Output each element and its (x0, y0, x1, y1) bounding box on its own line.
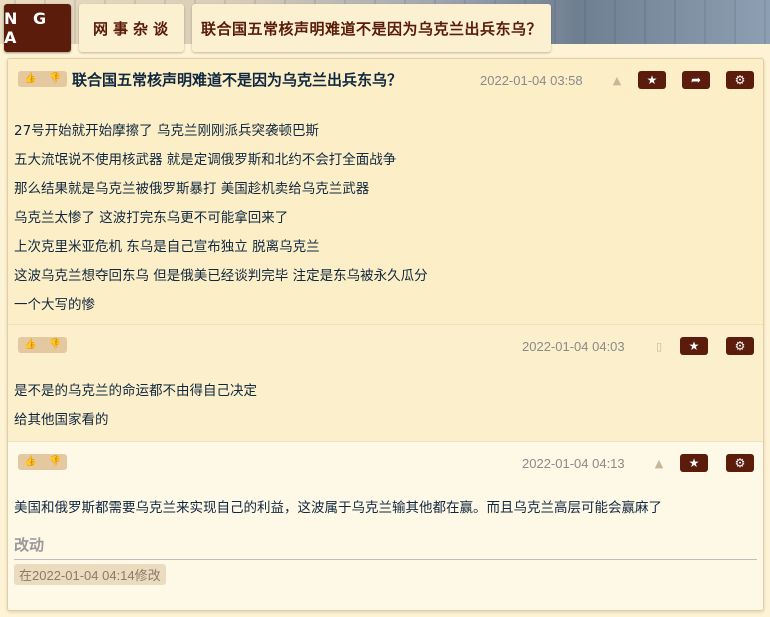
vote-buttons: 👍 👎 (18, 454, 67, 470)
settings-button[interactable]: ⚙ (726, 337, 754, 355)
star-button[interactable]: ★ (638, 71, 666, 89)
gear-icon: ⚙ (734, 339, 746, 353)
reply-post: 👍 👎 2022-01-04 04:13 ▲ ★ ⚙ 美国和俄罗斯都需要乌克兰来… (8, 442, 763, 610)
star-icon: ★ (646, 73, 658, 87)
post-date: 2022-01-04 03:58 (480, 73, 583, 88)
content-line: 给其他国家看的 (14, 412, 109, 428)
star-icon: ★ (688, 456, 700, 470)
post-content: 是不是的乌克兰的命运都不由得自己决定 给其他国家看的 (14, 377, 257, 435)
reply-post: 👍 👎 2022-01-04 04:03 ▯ ★ ⚙ 是不是的乌克兰的命运都不由… (8, 325, 763, 442)
android-icon: ▲ (654, 457, 664, 470)
content-line: 27号开始就开始摩擦了 乌克兰刚刚派兵突袭顿巴斯 (14, 123, 319, 139)
star-button[interactable]: ★ (680, 337, 708, 355)
post-title: 联合国五常核声明难道不是因为乌克兰出兵东乌？ (72, 71, 403, 89)
gear-icon: ⚙ (734, 456, 746, 470)
gear-icon: ⚙ (734, 73, 746, 87)
post-date: 2022-01-04 04:13 (522, 456, 625, 471)
share-icon: ➦ (690, 73, 702, 87)
breadcrumb-forum[interactable]: 网事杂谈 (79, 4, 185, 52)
post-content: 美国和俄罗斯都需要乌克兰来实现自己的利益，这波属于乌克兰输其他都在赢。而且乌克兰… (14, 494, 662, 523)
breadcrumb-thread-title[interactable]: 联合国五常核声明难道不是因为乌克兰出兵东乌？ (192, 4, 552, 52)
settings-button[interactable]: ⚙ (726, 454, 754, 472)
edit-note: 在2022-01-04 04:14修改 (14, 564, 166, 585)
post-content: 27号开始就开始摩擦了 乌克兰刚刚派兵突袭顿巴斯 五大流氓说不使用核武器 就是定… (14, 117, 428, 320)
content-line: 美国和俄罗斯都需要乌克兰来实现自己的利益，这波属于乌克兰输其他都在赢。而且乌克兰… (14, 500, 662, 516)
content-line: 这波乌克兰想夺回东乌 但是俄美已经谈判完毕 注定是东乌被永久瓜分 (14, 268, 428, 284)
content-line: 乌克兰太惨了 这波打完东乌更不可能拿回来了 (14, 210, 289, 226)
content-line: 上次克里米亚危机 东乌是自己宣布独立 脱离乌克兰 (14, 239, 320, 255)
android-icon: ▲ (612, 74, 622, 87)
content-line: 是不是的乌克兰的命运都不由得自己决定 (14, 383, 257, 399)
thumb-up-icon[interactable]: 👍 (24, 340, 36, 350)
nga-logo[interactable]: N G A (4, 4, 71, 52)
top-nav: N G A 网事杂谈 联合国五常核声明难道不是因为乌克兰出兵东乌？ (4, 4, 552, 52)
divider (14, 559, 757, 560)
content-line: 一个大写的惨 (14, 297, 95, 313)
post-main: 👍 👎 联合国五常核声明难道不是因为乌克兰出兵东乌？ 2022-01-04 03… (8, 59, 763, 325)
settings-button[interactable]: ⚙ (726, 71, 754, 89)
share-button[interactable]: ➦ (682, 71, 710, 89)
vote-buttons: 👍 👎 (18, 337, 67, 353)
content-line: 那么结果就是乌克兰被俄罗斯暴打 美国趁机卖给乌克兰武器 (14, 181, 370, 197)
thumb-up-icon[interactable]: 👍 (24, 74, 36, 84)
content-line: 五大流氓说不使用核武器 就是定调俄罗斯和北约不会打全面战争 (14, 152, 397, 168)
thumb-down-icon[interactable]: 👎 (49, 340, 61, 350)
post-date: 2022-01-04 04:03 (522, 339, 625, 354)
edit-history-title: 改动 (14, 536, 45, 554)
vote-buttons: 👍 👎 (18, 71, 67, 87)
phone-icon: ▯ (655, 340, 663, 353)
star-button[interactable]: ★ (680, 454, 708, 472)
star-icon: ★ (688, 339, 700, 353)
thumb-up-icon[interactable]: 👍 (24, 457, 36, 467)
thread-panel: 👍 👎 联合国五常核声明难道不是因为乌克兰出兵东乌？ 2022-01-04 03… (7, 58, 764, 611)
thumb-down-icon[interactable]: 👎 (49, 457, 61, 467)
thumb-down-icon[interactable]: 👎 (49, 74, 61, 84)
